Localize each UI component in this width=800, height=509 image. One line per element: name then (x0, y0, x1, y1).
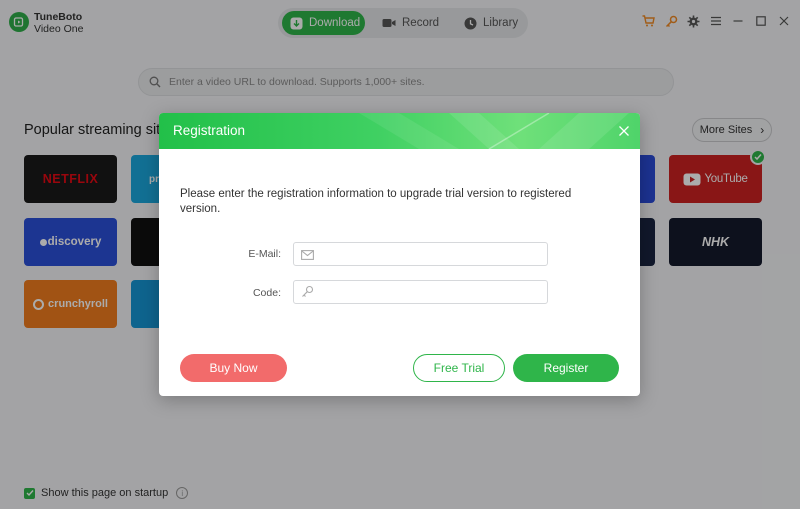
code-input[interactable] (319, 286, 539, 298)
dialog-close-icon[interactable] (616, 123, 632, 139)
email-label: E-Mail: (248, 248, 281, 260)
dialog-header: Registration (159, 113, 640, 149)
registration-dialog: Registration Please enter the registrati… (159, 113, 640, 396)
dialog-message: Please enter the registration informatio… (180, 188, 572, 215)
buy-now-button[interactable]: Buy Now (180, 354, 287, 382)
key-icon (301, 285, 315, 299)
envelope-icon (301, 247, 315, 261)
register-button[interactable]: Register (513, 354, 619, 382)
code-field[interactable] (293, 280, 548, 304)
email-input[interactable] (319, 248, 539, 260)
email-field[interactable] (293, 242, 548, 266)
free-trial-button[interactable]: Free Trial (413, 354, 505, 382)
code-label: Code: (252, 287, 281, 299)
dialog-title: Registration (173, 123, 246, 138)
